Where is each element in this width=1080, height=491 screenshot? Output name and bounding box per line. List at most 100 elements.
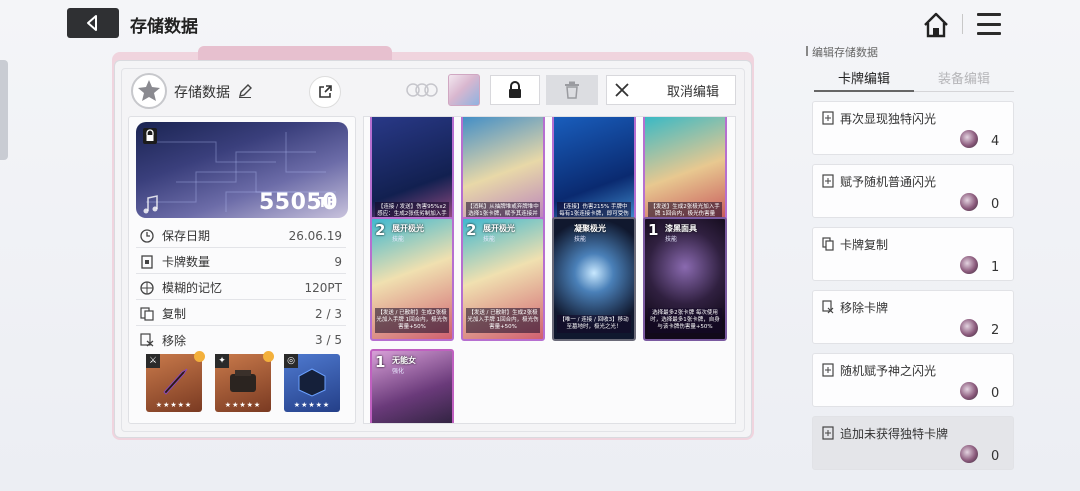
- currency-orb-icon: [960, 256, 978, 274]
- rings-icon: [406, 83, 438, 97]
- memory-icon: [138, 279, 156, 297]
- frame-tab-decoration: [198, 46, 392, 60]
- card-icon: [822, 363, 834, 377]
- right-panel-heading: 编辑存储数据: [806, 46, 878, 59]
- upgrade-badge: [194, 351, 205, 362]
- weapon-icon: [163, 368, 188, 395]
- save-emblem: [131, 73, 167, 109]
- option-label: 赋予随机普通闪光: [840, 175, 937, 189]
- pencil-icon[interactable]: [238, 84, 252, 98]
- card-description: 【唯一 / 连接 / 回收3】移动至墓地时，极光之光！: [557, 315, 631, 333]
- page-title: 存储数据: [130, 17, 198, 37]
- equipment-slot-ring[interactable]: ◎ ★★★★★: [284, 354, 340, 412]
- equipment-stars: ★★★★★: [293, 401, 331, 409]
- card-cost: 2: [466, 221, 477, 239]
- card-item[interactable]: 凝聚极光 技能 【唯一 / 连接 / 回收3】移动至墓地时，极光之光！: [552, 217, 636, 341]
- option-random-god-flash[interactable]: 随机赋予神之闪光 0: [812, 353, 1014, 407]
- card-lock-icon: [143, 128, 157, 144]
- copy-icon: [822, 237, 834, 251]
- chevron-left-icon: [87, 15, 97, 31]
- option-count: 0: [991, 197, 1000, 212]
- option-count: 4: [991, 134, 1000, 149]
- remove-card-icon: [138, 331, 156, 349]
- stat-value: 3 / 5: [315, 333, 342, 347]
- card-item[interactable]: 2 展开极光 技能 【发送 / 已散射】生成2张极光加入手牌 1回合内，极光伤害…: [461, 217, 545, 341]
- card-kind: 技能: [392, 236, 405, 243]
- card-kind: 强化: [392, 368, 405, 375]
- cube-item-icon: [298, 368, 326, 397]
- back-button[interactable]: [67, 8, 119, 38]
- stat-value: 120PT: [304, 280, 342, 295]
- option-label: 卡牌复制: [840, 238, 889, 252]
- equipment-stars: ★★★★★: [224, 401, 262, 409]
- card-item[interactable]: 2 展开极光 技能 【发送 / 已散射】生成2张极光加入手牌 1回合内，极光伤害…: [370, 217, 454, 341]
- card-cost: 1: [648, 221, 659, 239]
- card-name: 展开极光: [483, 224, 515, 233]
- left-edge-handle: [0, 60, 8, 160]
- hamburger-menu-icon[interactable]: [977, 13, 1001, 35]
- option-redisplay-unique-flash[interactable]: 再次显现独特闪光 4: [812, 101, 1014, 155]
- share-button[interactable]: [309, 76, 341, 108]
- tab-active-underline: [814, 90, 914, 92]
- stat-row-copy: 复制 2 / 3: [136, 302, 346, 326]
- stat-row-fuzzy-memory: 模糊的记忆 120PT: [136, 276, 346, 300]
- option-count: 0: [991, 386, 1000, 401]
- lock-button[interactable]: [490, 75, 540, 105]
- cancel-edit-button[interactable]: 取消编辑: [606, 75, 736, 105]
- option-count: 1: [991, 260, 1000, 275]
- copy-icon: [138, 305, 156, 323]
- option-random-normal-flash[interactable]: 赋予随机普通闪光 0: [812, 164, 1014, 218]
- equipment-slot-weapon[interactable]: ⚔ ★★★★★: [146, 351, 205, 412]
- stat-label: 保存日期: [162, 229, 211, 243]
- card-icon: [822, 111, 834, 125]
- save-name: 存储数据: [174, 85, 230, 101]
- currency-orb-icon: [960, 382, 978, 400]
- card-cost: 2: [375, 221, 386, 239]
- home-icon[interactable]: [922, 11, 950, 39]
- remove-card-icon: [822, 300, 834, 314]
- option-label: 追加未获得独特卡牌: [840, 427, 949, 441]
- card-description: 【发送 / 已散射】生成2张极光加入手牌 1回合内，极光伤害量+50%: [375, 308, 449, 333]
- cancel-edit-label: 取消编辑: [667, 84, 720, 100]
- currency-orb-icon: [960, 445, 978, 463]
- stat-value: 2 / 3: [315, 306, 342, 321]
- equipment-stars: ★★★★★: [155, 401, 193, 409]
- stat-label: 卡牌数量: [162, 255, 211, 269]
- card-item[interactable]: 1 漆黑面具 技能 选择最多2张卡牌 每次使用时，选择最多1张卡牌，自身与该卡牌…: [643, 217, 727, 341]
- option-label: 随机赋予神之闪光: [840, 364, 937, 378]
- stat-row-card-count: 卡牌数量 9: [136, 250, 346, 274]
- save-size-unit: TB: [318, 196, 337, 211]
- close-icon: [615, 83, 629, 97]
- card-name: 展开极光: [392, 224, 424, 233]
- share-icon: [319, 85, 332, 98]
- card-item[interactable]: 1 无能女 强化: [370, 349, 454, 423]
- card-name: 凝聚极光: [574, 224, 606, 233]
- option-card-copy[interactable]: 卡牌复制 1: [812, 227, 1014, 281]
- equipment-slot-armor[interactable]: ✦ ★★★★★: [215, 351, 274, 412]
- stat-row-save-date: 保存日期 26.06.19: [136, 224, 346, 248]
- top-divider: [962, 14, 963, 34]
- tab-equipment-edit[interactable]: 装备编辑: [938, 68, 990, 87]
- option-count: 0: [991, 449, 1000, 464]
- currency-orb-icon: [960, 130, 978, 148]
- option-label: 再次显现独特闪光: [840, 112, 937, 126]
- currency-orb-icon: [960, 193, 978, 211]
- card-kind: 技能: [665, 236, 678, 243]
- card-name: 无能女: [392, 356, 416, 365]
- option-remove-card[interactable]: 移除卡牌 2: [812, 290, 1014, 344]
- card-kind: 技能: [574, 236, 587, 243]
- armor-item-icon: [230, 370, 256, 392]
- clock-icon: [138, 227, 156, 245]
- sword-icon: ⚔: [146, 354, 160, 368]
- upgrade-badge: [263, 351, 274, 362]
- card-cost: 1: [375, 353, 386, 371]
- stat-value: 26.06.19: [288, 228, 342, 243]
- music-note-icon: [143, 195, 158, 214]
- option-add-unobtained-unique-card[interactable]: 追加未获得独特卡牌 0: [812, 416, 1014, 470]
- tab-divider-line: [914, 91, 1014, 92]
- star-badge-icon: [138, 80, 160, 101]
- card-count-icon: [138, 253, 156, 271]
- character-portrait[interactable]: [448, 74, 480, 106]
- delete-button[interactable]: [546, 75, 598, 105]
- tab-card-edit[interactable]: 卡牌编辑: [838, 68, 890, 87]
